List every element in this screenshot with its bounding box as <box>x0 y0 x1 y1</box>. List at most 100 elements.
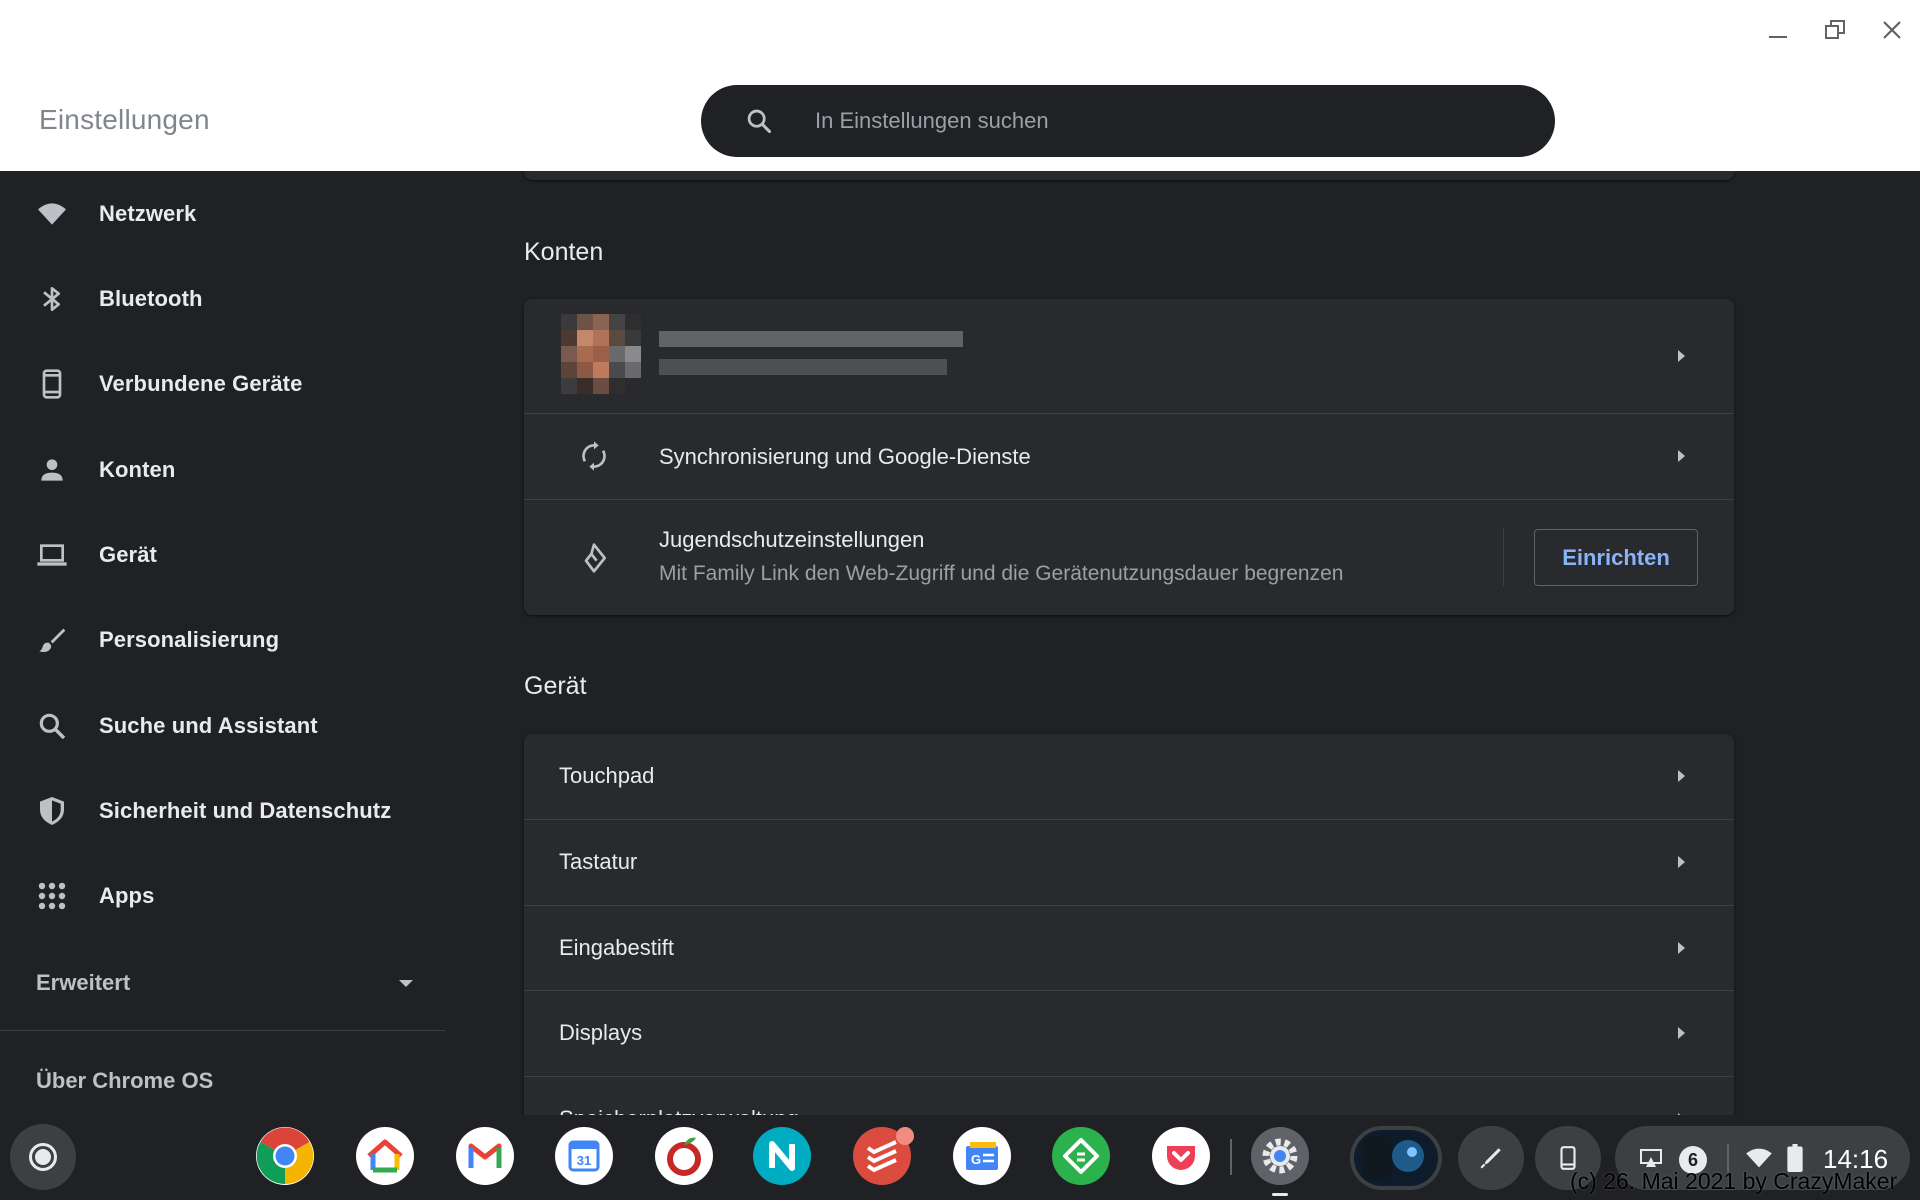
parental-controls-description: Mit Family Link den Web-Zugriff und die … <box>659 562 1344 585</box>
sidebar-item-label: Bluetooth <box>99 286 203 311</box>
section-title-konten: Konten <box>524 238 604 266</box>
device-card: Touchpad Tastatur Eingabestift Displays … <box>524 734 1734 1115</box>
sidebar-item-apps[interactable]: Apps <box>0 861 445 931</box>
close-button[interactable] <box>1876 14 1908 46</box>
account-name-redacted <box>659 331 963 347</box>
window-preview-icon <box>1354 1130 1438 1186</box>
sync-icon <box>582 441 606 471</box>
sidebar-item-label: Apps <box>99 883 155 908</box>
phone-icon <box>36 368 68 400</box>
pocket-icon[interactable] <box>1151 1126 1211 1186</box>
chrome-icon[interactable] <box>255 1126 315 1186</box>
wifi-icon <box>1746 1148 1772 1168</box>
sidebar: Netzwerk Bluetooth Verbundene Geräte Kon… <box>0 171 445 1115</box>
svg-text:G: G <box>971 1152 981 1167</box>
sidebar-item-konten[interactable]: Konten <box>0 435 445 505</box>
bluetooth-icon <box>36 283 68 315</box>
sidebar-item-personalisierung[interactable]: Personalisierung <box>0 605 445 675</box>
maximize-button[interactable] <box>1819 14 1851 46</box>
sidebar-item-label: Sicherheit und Datenschutz <box>99 798 392 823</box>
feedly-icon[interactable] <box>1051 1126 1111 1186</box>
minimize-icon <box>1769 36 1787 38</box>
sidebar-item-suche-und-assistant[interactable]: Suche und Assistant <box>0 691 445 761</box>
inoreader-icon[interactable] <box>654 1126 714 1186</box>
sidebar-item-bluetooth[interactable]: Bluetooth <box>0 264 445 334</box>
sidebar-item-label: Personalisierung <box>99 627 280 652</box>
device-row-label: Eingabestift <box>559 935 674 960</box>
google-calendar-icon[interactable]: 31 <box>554 1126 614 1186</box>
restore-icon <box>1825 20 1845 39</box>
search-icon <box>36 710 68 742</box>
launcher-button[interactable] <box>10 1124 76 1190</box>
parental-controls-row: Jugendschutzeinstellungen Mit Family Lin… <box>524 499 1734 615</box>
svg-text:31: 31 <box>577 1153 591 1168</box>
previous-card-edge <box>524 171 1734 180</box>
search-icon <box>747 109 772 134</box>
caret-down-icon <box>399 980 413 987</box>
account-email-redacted <box>659 359 947 375</box>
device-row-label: Touchpad <box>559 763 655 788</box>
sidebar-advanced-toggle[interactable]: Erweitert <box>36 948 416 1018</box>
screen-cast-icon <box>1640 1149 1662 1167</box>
title-bar: Einstellungen <box>0 0 1920 171</box>
accounts-card: Synchronisierung und Google-Dienste Juge… <box>524 299 1734 615</box>
wifi-icon <box>36 198 68 230</box>
apps-grid-icon <box>36 880 68 912</box>
arrow-right-icon <box>1678 856 1685 868</box>
sidebar-item-geraet[interactable]: Gerät <box>0 520 445 590</box>
parental-controls-title: Jugendschutzeinstellungen <box>659 527 925 552</box>
active-app-indicator <box>1272 1193 1288 1196</box>
sidebar-item-verbundene-geraete[interactable]: Verbundene Geräte <box>0 349 445 419</box>
sidebar-item-label: Verbundene Geräte <box>99 371 303 396</box>
launcher-icon <box>29 1143 57 1171</box>
google-home-icon[interactable] <box>355 1126 415 1186</box>
arrow-right-icon <box>1678 942 1685 954</box>
sidebar-item-label: Konten <box>99 457 176 482</box>
search-box[interactable] <box>701 85 1555 157</box>
arrow-right-icon <box>1678 770 1685 782</box>
stylus-tools-button[interactable] <box>1458 1126 1524 1190</box>
sync-row[interactable]: Synchronisierung und Google-Dienste <box>524 413 1734 499</box>
shelf-divider <box>1230 1139 1232 1175</box>
n-app-icon[interactable] <box>752 1126 812 1186</box>
desk-preview[interactable] <box>1350 1126 1442 1190</box>
sidebar-item-label: Gerät <box>99 542 157 567</box>
sidebar-item-about[interactable]: Über Chrome OS <box>36 1068 213 1094</box>
device-row-label: Displays <box>559 1020 643 1045</box>
sidebar-item-netzwerk[interactable]: Netzwerk <box>0 179 445 249</box>
device-row-label: Tastatur <box>559 849 638 874</box>
brush-icon <box>36 624 68 656</box>
stylus-icon <box>1480 1148 1501 1169</box>
person-icon <box>36 454 68 486</box>
row-divider <box>1503 528 1504 586</box>
device-row-displays[interactable]: Displays <box>524 990 1734 1076</box>
avatar <box>561 314 641 394</box>
section-title-geraet: Gerät <box>524 672 587 700</box>
device-row-label: Speicherplatzverwaltung <box>559 1106 799 1115</box>
watermark: (c) 26. Mai 2021 by CrazyMaker <box>1570 1168 1898 1194</box>
arrow-right-icon <box>1678 450 1685 462</box>
laptop-icon <box>36 539 68 571</box>
search-input[interactable] <box>815 99 1515 143</box>
family-link-icon <box>584 543 606 573</box>
device-row-speicherplatz[interactable]: Speicherplatzverwaltung <box>524 1076 1734 1115</box>
app-title: Einstellungen <box>39 104 210 135</box>
device-row-tastatur[interactable]: Tastatur <box>524 819 1734 905</box>
arrow-right-icon <box>1678 350 1685 362</box>
minimize-button[interactable] <box>1762 14 1794 46</box>
sidebar-advanced-label: Erweitert <box>36 970 131 995</box>
setup-button[interactable]: Einrichten <box>1534 529 1698 586</box>
sidebar-item-label: Netzwerk <box>99 201 197 226</box>
close-icon <box>1883 21 1901 39</box>
arrow-right-icon <box>1678 1027 1685 1039</box>
settings-main: Konten Synchronisierung und Google-Diens… <box>445 171 1920 1115</box>
gmail-icon[interactable] <box>455 1126 515 1186</box>
device-row-eingabestift[interactable]: Eingabestift <box>524 905 1734 990</box>
sync-label: Synchronisierung und Google-Dienste <box>659 444 1031 469</box>
device-row-touchpad[interactable]: Touchpad <box>524 734 1734 819</box>
settings-gear-icon[interactable] <box>1250 1126 1310 1186</box>
account-row[interactable] <box>524 299 1734 413</box>
sidebar-item-sicherheit-und-datenschutz[interactable]: Sicherheit und Datenschutz <box>0 776 445 846</box>
shield-icon <box>36 795 68 827</box>
google-news-icon[interactable]: G <box>952 1126 1012 1186</box>
